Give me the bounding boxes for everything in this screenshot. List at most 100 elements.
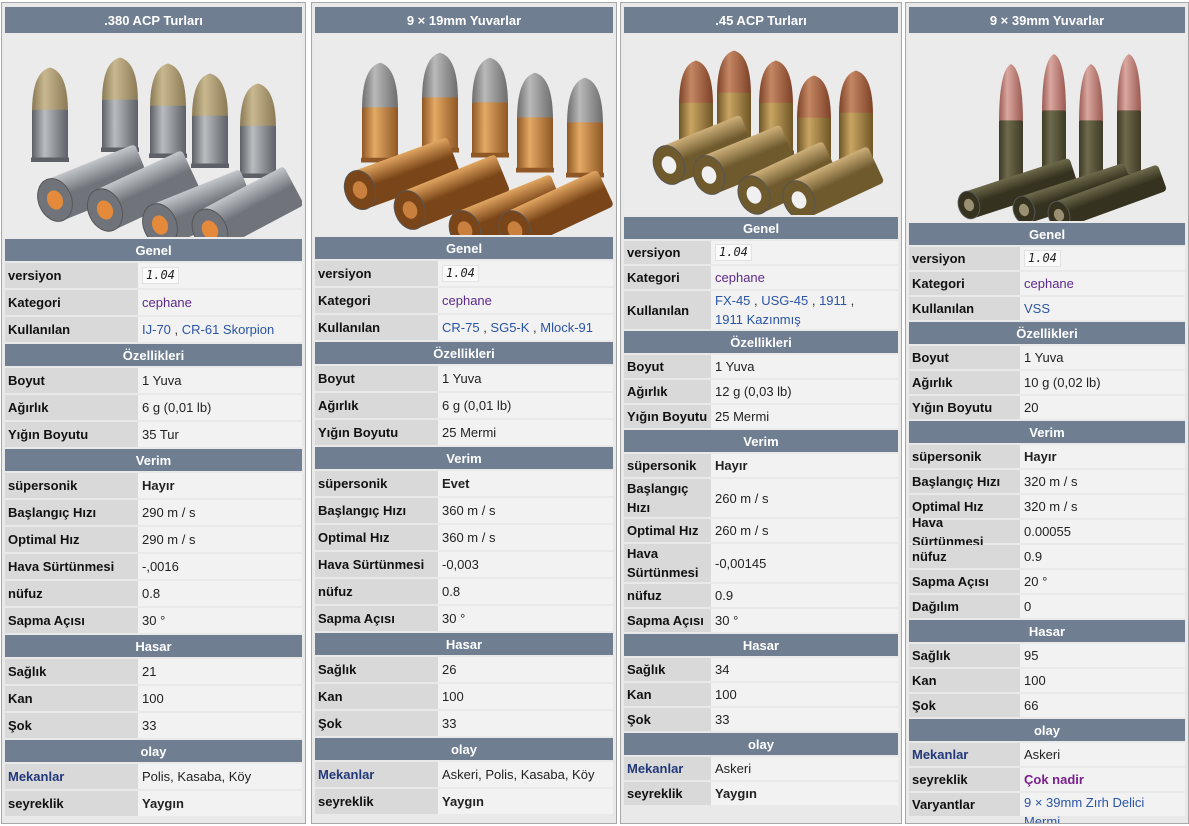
380-acp-ammo-image[interactable]: [5, 35, 302, 237]
info-row-mekanlar: Mekanlar Askeri: [624, 757, 898, 780]
row-label: Kan: [5, 686, 138, 711]
info-row-kullan-lan: Kullanılan CR-75 , SG5-K , Mlock-91: [315, 315, 613, 340]
row-label: Optimal Hız: [624, 519, 711, 542]
row-label: Kategori: [909, 272, 1020, 295]
row-label: Sağlık: [315, 657, 438, 682]
row-value: 1 Yuva: [138, 368, 302, 393]
row-value: 66: [1020, 694, 1185, 717]
weapon-link[interactable]: USG-45: [761, 291, 808, 310]
section-header-hasar: Hasar: [5, 635, 302, 657]
info-row-s-personik: süpersonik Hayır: [624, 454, 898, 477]
row-value: -0,003: [438, 552, 613, 577]
section-header-verim: Verim: [624, 430, 898, 452]
info-row-s-personik: süpersonik Hayır: [5, 473, 302, 498]
info-row-versiyon: versiyon 1.04: [315, 261, 613, 286]
9x39mm-ammo-image[interactable]: [909, 35, 1185, 221]
row-label: Ağırlık: [624, 380, 711, 403]
info-row-kategori: Kategori cephane: [909, 272, 1185, 295]
separator: ,: [847, 293, 858, 308]
info-row-sa-l-k: Sağlık 95: [909, 644, 1185, 667]
version-code: 1.04: [442, 265, 479, 282]
row-value: 100: [438, 684, 613, 709]
info-row-a-rl-k: Ağırlık 6 g (0,01 lb): [315, 393, 613, 418]
row-value: 33: [438, 711, 613, 736]
info-row-sapma-a-s: Sapma Açısı 30 °: [624, 609, 898, 632]
info-row-y-n-boyutu: Yığın Boyutu 25 Mermi: [315, 420, 613, 445]
row-value: 34: [711, 658, 898, 681]
weapon-link[interactable]: CR-75: [442, 318, 480, 337]
weapon-link[interactable]: IJ-70: [142, 320, 171, 339]
label-link[interactable]: Mekanlar: [8, 767, 64, 786]
row-value: 1.04: [438, 261, 613, 286]
category-link[interactable]: cephane: [142, 293, 192, 312]
label-link[interactable]: Mekanlar: [627, 759, 683, 778]
row-value: Yaygın: [711, 782, 898, 805]
weapon-link[interactable]: 1911: [819, 291, 847, 310]
row-label: versiyon: [5, 263, 138, 288]
row-value: 0.9: [711, 584, 898, 607]
info-row-hava-s-rt-nmesi: Hava Sürtünmesi -0,003: [315, 552, 613, 577]
info-row-ba-lang-h-z: Başlangıç Hızı 360 m / s: [315, 498, 613, 523]
ammo-card-2: 9 × 19mm Yuvarlar Genel versiyon 1.04 Ka…: [311, 2, 617, 824]
row-label: Yığın Boyutu: [5, 422, 138, 447]
row-label: seyreklik: [909, 768, 1020, 791]
label-link[interactable]: Mekanlar: [318, 765, 374, 784]
info-row-kan: Kan 100: [909, 669, 1185, 692]
info-row-n-fuz: nüfuz 0.9: [909, 545, 1185, 568]
weapon-link[interactable]: Mlock-91: [540, 318, 593, 337]
info-row-a-rl-k: Ağırlık 6 g (0,01 lb): [5, 395, 302, 420]
row-value: Askeri, Polis, Kasaba, Köy: [438, 762, 613, 787]
row-value: 0: [1020, 595, 1185, 618]
row-label: Sapma Açısı: [315, 606, 438, 631]
weapon-link[interactable]: 9 × 39mm Zırh Delici Mermi: [1024, 793, 1181, 823]
info-row-s-personik: süpersonik Evet: [315, 471, 613, 496]
category-link[interactable]: cephane: [1024, 274, 1074, 293]
row-label: Hava Sürtünmesi: [624, 544, 711, 582]
row-value: 320 m / s: [1020, 470, 1185, 493]
9x19mm-ammo-image[interactable]: [315, 35, 613, 235]
row-label: seyreklik: [624, 782, 711, 805]
category-link[interactable]: cephane: [442, 291, 492, 310]
row-label: nüfuz: [624, 584, 711, 607]
info-row-kategori: Kategori cephane: [315, 288, 613, 313]
section-header-verim: Verim: [315, 447, 613, 469]
row-value: Askeri: [711, 757, 898, 780]
info-row-kan: Kan 100: [5, 686, 302, 711]
weapon-link[interactable]: SG5-K: [490, 318, 529, 337]
row-label: Başlangıç Hızı: [624, 479, 711, 517]
separator: ,: [808, 293, 820, 308]
weapon-link[interactable]: CR-61 Skorpion: [182, 320, 275, 339]
row-value: 290 m / s: [138, 500, 302, 525]
row-value: cephane: [438, 288, 613, 313]
row-label: Başlangıç Hızı: [315, 498, 438, 523]
category-link[interactable]: cephane: [715, 268, 765, 287]
row-label: Kullanılan: [624, 291, 711, 329]
card-title: .380 ACP Turları: [5, 7, 302, 33]
label-link[interactable]: Mekanlar: [912, 745, 968, 764]
weapon-link[interactable]: VSS: [1024, 299, 1050, 318]
row-value: 0.00055: [1020, 520, 1185, 543]
section-header-hasar: Hasar: [315, 633, 613, 655]
row-label: Sağlık: [5, 659, 138, 684]
row-value: 360 m / s: [438, 525, 613, 550]
row-value: cephane: [138, 290, 302, 315]
info-row-kullan-lan: Kullanılan FX-45 , USG-45 , 1911 , 1911 K…: [624, 291, 898, 329]
row-value: 95: [1020, 644, 1185, 667]
row-label: Başlangıç Hızı: [5, 500, 138, 525]
row-value: 0.8: [138, 581, 302, 606]
section-header-zellikleri: Özellikleri: [5, 344, 302, 366]
rarity-value: Çok nadir: [1024, 772, 1084, 787]
row-value: -0,00145: [711, 544, 898, 582]
row-value: 0.9: [1020, 545, 1185, 568]
row-value: 35 Tur: [138, 422, 302, 447]
weapon-link[interactable]: FX-45: [715, 291, 750, 310]
row-label: seyreklik: [5, 791, 138, 816]
row-label: Kullanılan: [315, 315, 438, 340]
info-row-boyut: Boyut 1 Yuva: [315, 366, 613, 391]
row-value: Hayır: [138, 473, 302, 498]
row-label: Şok: [315, 711, 438, 736]
weapon-link[interactable]: 1911 Kazınmış: [715, 310, 801, 329]
45-acp-ammo-image[interactable]: [624, 35, 898, 215]
info-row-kan: Kan 100: [315, 684, 613, 709]
info-row-hava-s-rt-nmesi: Hava Sürtünmesi -,0016: [5, 554, 302, 579]
